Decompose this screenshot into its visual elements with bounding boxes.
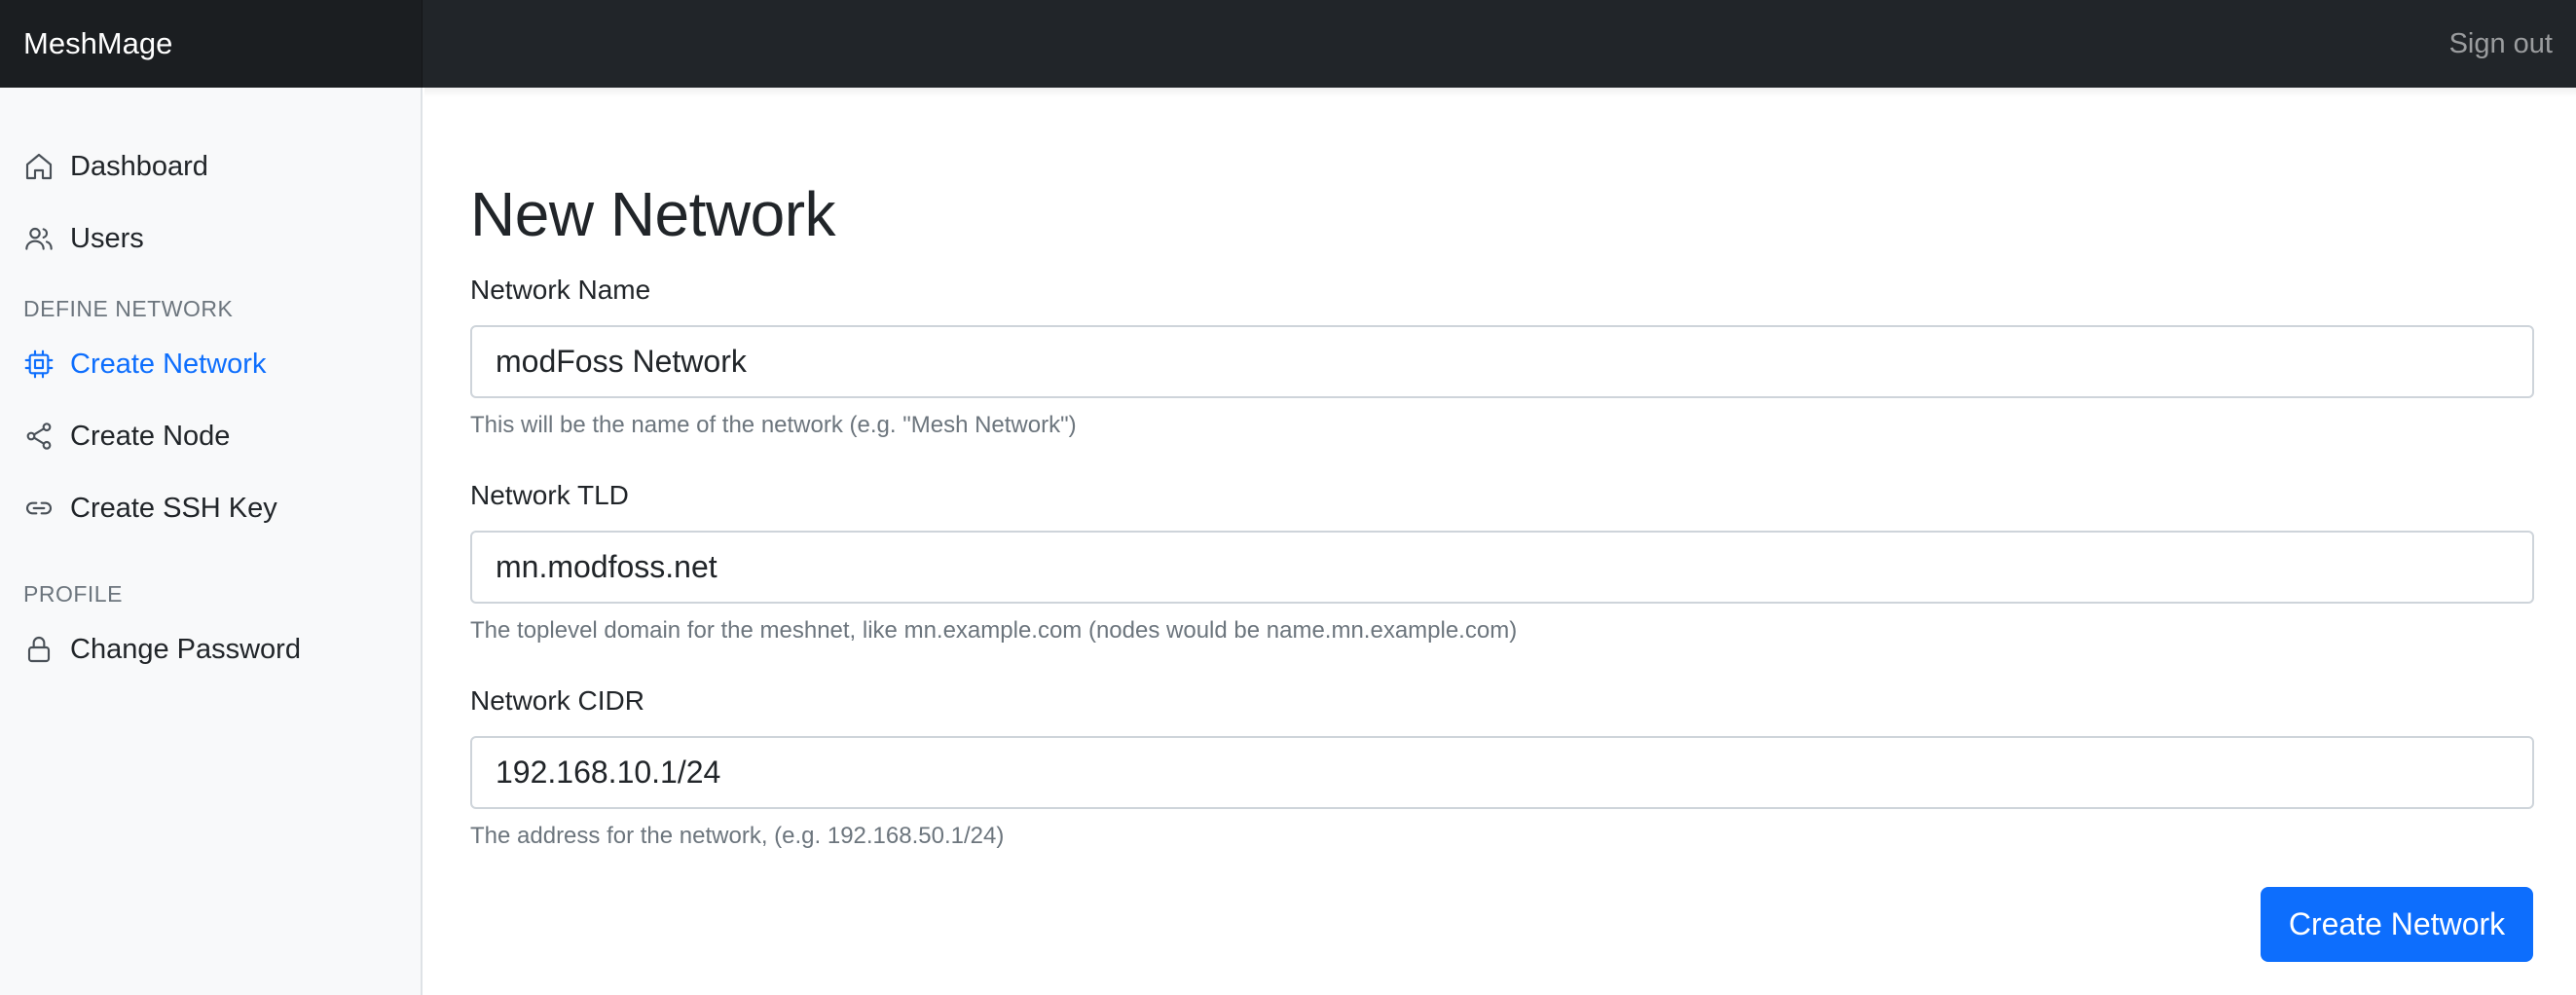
network-tld-help: The toplevel domain for the meshnet, lik…	[470, 617, 1518, 644]
main-content: New Network Network Name This will be th…	[424, 88, 2576, 995]
sidebar-item-label: Create Network	[70, 348, 267, 380]
create-network-button[interactable]: Create Network	[2261, 887, 2533, 962]
share-icon	[21, 419, 56, 454]
sidebar: Dashboard Users DEFINE NETWORK Create Ne…	[0, 88, 423, 995]
cpu-icon	[21, 347, 56, 382]
network-tld-label: Network TLD	[470, 480, 629, 510]
sidebar-item-label: Dashboard	[70, 150, 208, 182]
network-cidr-input[interactable]	[470, 736, 2534, 809]
form-actions: Create Network	[2261, 887, 2533, 962]
section-heading-profile: PROFILE	[23, 581, 123, 607]
link-icon	[21, 491, 56, 526]
sidebar-item-change-password[interactable]: Change Password	[0, 613, 421, 685]
network-cidr-label: Network CIDR	[470, 685, 644, 716]
sidebar-item-users[interactable]: Users	[0, 203, 421, 275]
network-cidr-help: The address for the network, (e.g. 192.1…	[470, 823, 1005, 849]
network-cidr-group: Network CIDR The address for the network…	[470, 685, 2534, 850]
network-tld-group: Network TLD The toplevel domain for the …	[470, 480, 2534, 645]
sidebar-item-label: Change Password	[70, 633, 301, 665]
page-title: New Network	[470, 179, 836, 249]
network-name-group: Network Name This will be the name of th…	[470, 275, 2534, 439]
network-tld-input[interactable]	[470, 531, 2534, 604]
sidebar-item-label: Users	[70, 222, 144, 254]
network-name-help: This will be the name of the network (e.…	[470, 412, 1077, 438]
top-navbar: MeshMage Sign out	[0, 0, 2576, 88]
sidebar-item-create-ssh-key[interactable]: Create SSH Key	[0, 472, 421, 544]
sidebar-item-create-network[interactable]: Create Network	[0, 328, 421, 400]
sign-out-link[interactable]: Sign out	[2449, 0, 2553, 88]
brand-logo[interactable]: MeshMage	[0, 0, 423, 88]
users-icon	[21, 221, 56, 256]
network-name-input[interactable]	[470, 325, 2534, 398]
section-heading-define-network: DEFINE NETWORK	[23, 296, 234, 321]
sidebar-item-dashboard[interactable]: Dashboard	[0, 130, 421, 203]
lock-icon	[21, 632, 56, 667]
sidebar-item-label: Create SSH Key	[70, 492, 277, 524]
home-icon	[21, 149, 56, 184]
network-name-label: Network Name	[470, 275, 651, 305]
sidebar-item-label: Create Node	[70, 420, 231, 452]
sidebar-item-create-node[interactable]: Create Node	[0, 400, 421, 472]
